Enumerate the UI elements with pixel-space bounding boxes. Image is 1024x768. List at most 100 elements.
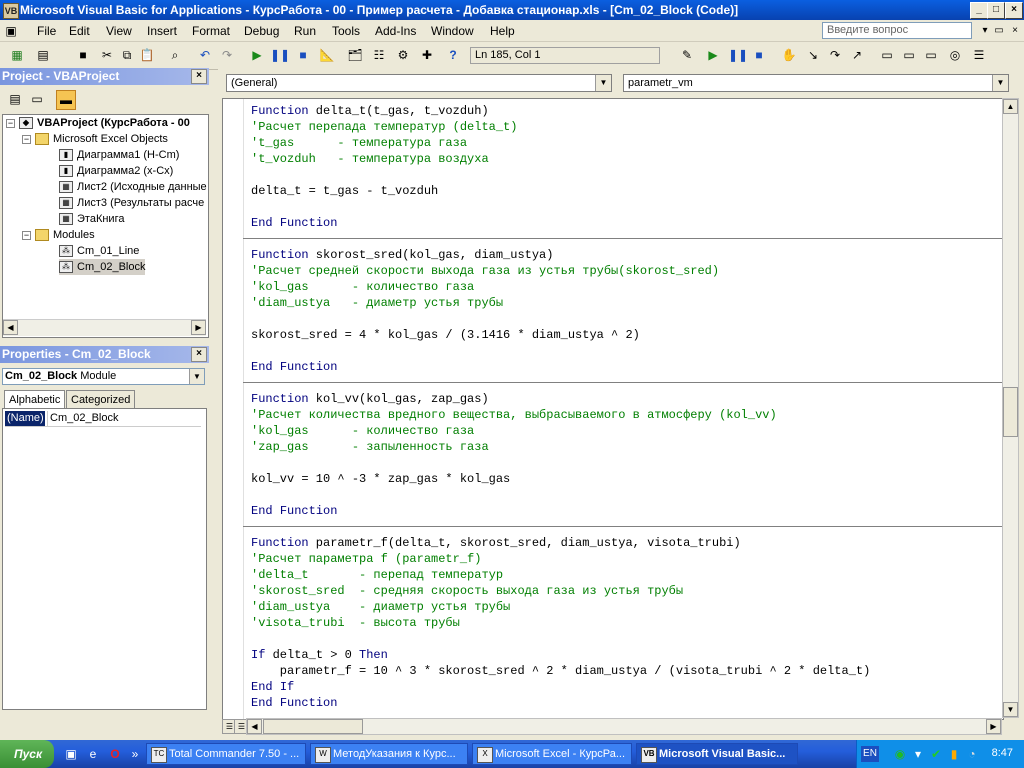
minimize-button[interactable]: _ bbox=[970, 2, 988, 19]
step-into-icon[interactable]: ↘ bbox=[804, 46, 822, 64]
chevron-down-icon[interactable]: ▼ bbox=[595, 75, 611, 91]
code-line[interactable]: End Function bbox=[251, 359, 870, 375]
code-line[interactable]: End Function bbox=[251, 215, 870, 231]
code-line[interactable]: If delta_t > 0 Then bbox=[251, 647, 870, 663]
margin-indicator-bar[interactable] bbox=[223, 99, 244, 719]
excel-view-icon[interactable]: ▣ bbox=[2, 22, 20, 40]
code-line[interactable] bbox=[251, 519, 870, 535]
menu-add-ins[interactable]: Add-Ins bbox=[375, 24, 416, 38]
quick-watch-icon[interactable]: ◎ bbox=[946, 46, 964, 64]
code-line[interactable] bbox=[251, 311, 870, 327]
code-line[interactable]: Function parametr_f(delta_t, skorost_sre… bbox=[251, 535, 870, 551]
menu-file[interactable]: File bbox=[37, 24, 56, 38]
property-name-key[interactable]: (Name) bbox=[5, 411, 45, 426]
code-line[interactable] bbox=[251, 199, 870, 215]
internet-explorer-icon[interactable]: e bbox=[84, 745, 102, 763]
scroll-right-icon[interactable]: ▶ bbox=[986, 719, 1001, 734]
watch-window-icon[interactable]: ▭ bbox=[922, 46, 940, 64]
code-line[interactable]: 't_vozduh - температура воздуха bbox=[251, 151, 870, 167]
scroll-right-icon[interactable]: ▶ bbox=[191, 320, 206, 335]
reset-icon[interactable]: ■ bbox=[294, 46, 312, 64]
edit-toolbar-icon[interactable]: ✎ bbox=[678, 46, 696, 64]
code-line[interactable]: Function delta_t(t_gas, t_vozduh) bbox=[251, 103, 870, 119]
undo-icon[interactable]: ↶ bbox=[196, 46, 214, 64]
paste-icon[interactable]: 📋 bbox=[138, 46, 156, 64]
code-line[interactable]: 'visota_trubi - высота трубы bbox=[251, 615, 870, 631]
object-combo[interactable]: (General) ▼ bbox=[226, 74, 612, 92]
code-line[interactable] bbox=[251, 343, 870, 359]
code-line[interactable]: End Function bbox=[251, 503, 870, 519]
break-icon-2[interactable]: ❚❚ bbox=[728, 46, 748, 64]
run-icon-2[interactable]: ▶ bbox=[704, 46, 722, 64]
code-line[interactable]: Function skorost_sred(kol_gas, diam_usty… bbox=[251, 247, 870, 263]
view-code-icon[interactable]: ▤ bbox=[6, 90, 24, 108]
help-icon[interactable]: ? bbox=[444, 46, 462, 64]
collapse-icon[interactable]: − bbox=[22, 135, 31, 144]
project-explorer-icon[interactable]: 🗂 bbox=[346, 46, 364, 64]
code-line[interactable] bbox=[251, 631, 870, 647]
language-indicator[interactable]: EN bbox=[861, 746, 879, 762]
taskbar-chevron-icon[interactable]: » bbox=[126, 745, 144, 763]
task-excel[interactable]: X Microsoft Excel - КурсРа... bbox=[472, 743, 632, 765]
tree-node-thisworkbook[interactable]: ▦ ЭтаКнига bbox=[59, 211, 124, 227]
code-line[interactable]: 'skorost_sred - средняя скорость выхода … bbox=[251, 583, 870, 599]
code-line[interactable]: delta_t = t_gas - t_vozduh bbox=[251, 183, 870, 199]
view-object-icon[interactable]: ▭ bbox=[28, 90, 46, 108]
reset-icon-2[interactable]: ■ bbox=[750, 46, 768, 64]
code-line[interactable] bbox=[251, 455, 870, 471]
collapse-icon[interactable]: − bbox=[6, 119, 15, 128]
find-icon[interactable]: ⌕ bbox=[166, 46, 184, 64]
code-line[interactable] bbox=[251, 167, 870, 183]
toggle-folders-icon[interactable]: ▬ bbox=[56, 90, 76, 110]
start-button[interactable]: Пуск bbox=[0, 740, 54, 768]
close-button[interactable]: × bbox=[1005, 2, 1023, 19]
code-editor[interactable]: Function delta_t(t_gas, t_vozduh) 'Расчет… bbox=[222, 98, 1004, 720]
task-vba[interactable]: VB Microsoft Visual Basic... bbox=[636, 743, 798, 765]
tree-node-module-block[interactable]: ⁂ Cm_02_Block bbox=[59, 259, 146, 275]
property-name-value[interactable]: Cm_02_Block bbox=[47, 411, 200, 426]
tree-hscrollbar[interactable]: ◀ ▶ bbox=[3, 319, 206, 336]
hscroll-thumb[interactable] bbox=[263, 719, 363, 734]
tab-alphabetic[interactable]: Alphabetic bbox=[4, 390, 66, 409]
tree-node-excel-objects[interactable]: Microsoft Excel Objects bbox=[35, 131, 168, 147]
save-icon[interactable]: ■ bbox=[74, 46, 92, 64]
title-bar[interactable]: VB Microsoft Visual Basic for Applicatio… bbox=[0, 0, 1024, 20]
menu-help[interactable]: Help bbox=[490, 24, 515, 38]
tray-app-icon-2[interactable]: ▮ bbox=[945, 745, 963, 763]
design-mode-icon[interactable]: 📐 bbox=[318, 46, 336, 64]
tree-node-chart1[interactable]: ▮ Диаграмма1 (H-Cm) bbox=[59, 147, 179, 163]
redo-icon[interactable]: ↷ bbox=[218, 46, 236, 64]
scroll-left-icon[interactable]: ◀ bbox=[3, 320, 18, 335]
tree-node-modules[interactable]: Modules bbox=[35, 227, 95, 243]
tree-node-chart2[interactable]: ▮ Диаграмма2 (x-Cx) bbox=[59, 163, 173, 179]
antivirus-icon[interactable]: ✔ bbox=[927, 745, 945, 763]
code-line[interactable]: End If bbox=[251, 679, 870, 695]
chevron-down-icon[interactable]: ▼ bbox=[189, 369, 204, 384]
code-line[interactable]: Function kol_vv(kol_gas, zap_gas) bbox=[251, 391, 870, 407]
step-over-icon[interactable]: ↷ bbox=[826, 46, 844, 64]
task-total-commander[interactable]: TC Total Commander 7.50 - ... bbox=[146, 743, 306, 765]
menu-debug[interactable]: Debug bbox=[244, 24, 279, 38]
code-line[interactable] bbox=[251, 231, 870, 247]
step-out-icon[interactable]: ↗ bbox=[848, 46, 866, 64]
run-icon[interactable]: ▶ bbox=[248, 46, 266, 64]
code-line[interactable]: 'Расчет количества вредного вещества, вы… bbox=[251, 407, 870, 423]
code-line[interactable]: 'diam_ustya - диаметр устья трубы bbox=[251, 295, 870, 311]
maximize-button[interactable]: □ bbox=[987, 2, 1005, 19]
task-word-doc[interactable]: W МетодУказания к Курс... bbox=[310, 743, 468, 765]
menu-format[interactable]: Format bbox=[192, 24, 230, 38]
tray-app-icon[interactable]: ◉ bbox=[891, 745, 909, 763]
tree-node-sheet2[interactable]: ▦ Лист2 (Исходные данные bbox=[59, 179, 207, 195]
tree-node-module-line[interactable]: ⁂ Cm_01_Line bbox=[59, 243, 139, 259]
code-line[interactable]: End Function bbox=[251, 695, 870, 711]
code-line[interactable] bbox=[251, 487, 870, 503]
object-browser-icon[interactable]: ⚙ bbox=[394, 46, 412, 64]
close-properties-panel-button[interactable]: × bbox=[191, 347, 207, 362]
code-line[interactable]: 'kol_gas - количество газа bbox=[251, 423, 870, 439]
opera-icon[interactable]: O bbox=[106, 745, 124, 763]
toolbox-icon[interactable]: ✚ bbox=[418, 46, 436, 64]
scroll-down-icon[interactable]: ▼ bbox=[1003, 702, 1018, 717]
cut-icon[interactable]: ✂ bbox=[98, 46, 116, 64]
object-selector[interactable]: Cm_02_Block Module ▼ bbox=[2, 368, 205, 385]
help-search-input[interactable]: Введите вопрос bbox=[822, 22, 972, 39]
